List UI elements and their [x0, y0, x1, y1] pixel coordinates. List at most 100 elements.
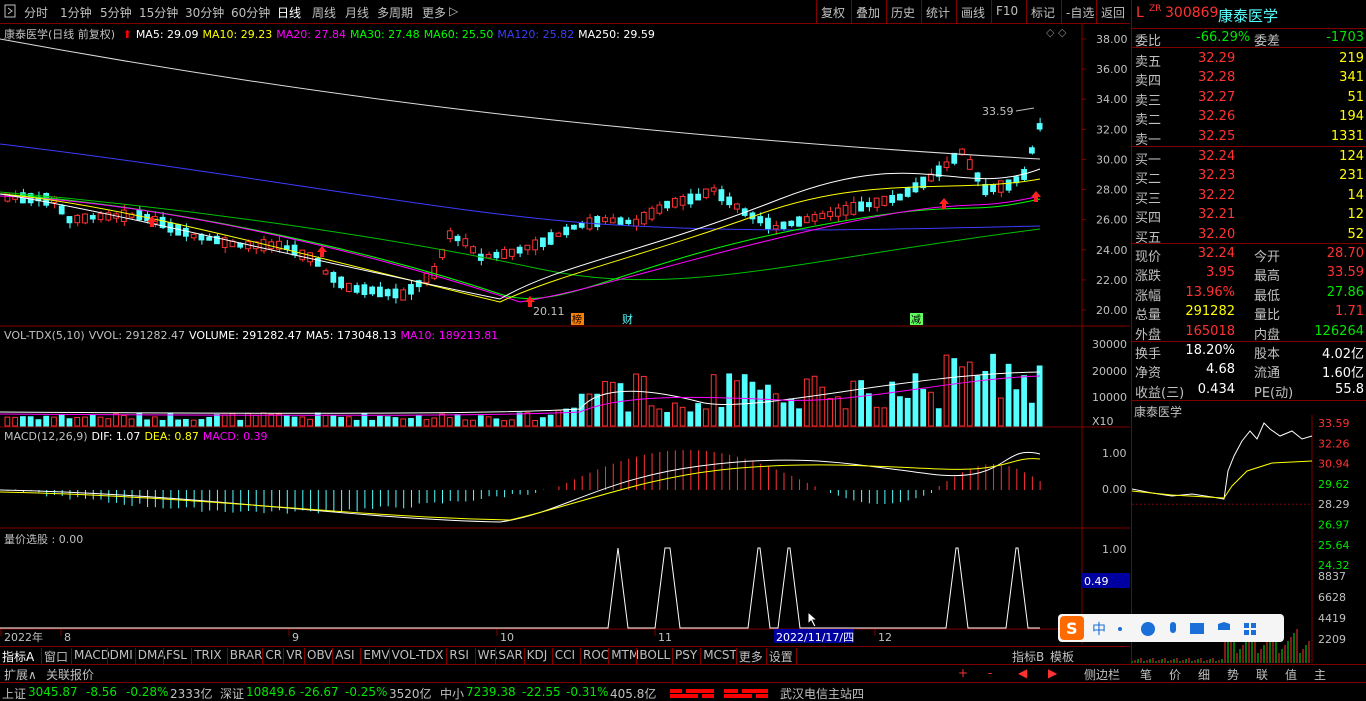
period-tab-6[interactable]: 日线: [277, 4, 301, 21]
side-tab-6[interactable]: 值: [1285, 666, 1297, 683]
side-tab-3[interactable]: 细: [1198, 666, 1210, 683]
toolbar-action-4[interactable]: 画线: [956, 0, 991, 24]
nav-button-2[interactable]: ◀: [1018, 666, 1027, 680]
ime-mode[interactable]: 中: [1092, 619, 1106, 639]
period-tab-9[interactable]: 多周期: [377, 4, 413, 21]
side-tab-4[interactable]: 势: [1227, 666, 1239, 683]
menu-arrow-icon[interactable]: [4, 4, 16, 21]
expand-button[interactable]: 扩展∧: [4, 666, 37, 683]
indicator-tab-8[interactable]: CR: [265, 648, 282, 662]
period-tab-5[interactable]: 60分钟: [231, 4, 270, 21]
indicator-tab-23[interactable]: MCST: [703, 648, 737, 662]
side-tab-2[interactable]: 价: [1169, 666, 1181, 683]
indicator-tab-24[interactable]: 更多: [739, 648, 763, 665]
indicator-tab-4[interactable]: DMA: [138, 648, 166, 662]
side-tab-5[interactable]: 联: [1256, 666, 1268, 683]
side-tab-0[interactable]: 侧边栏: [1084, 666, 1120, 683]
server-name[interactable]: 武汉电信主站四: [780, 685, 864, 701]
buy-row[interactable]: 买四 32.21 12: [1132, 206, 1366, 226]
indicator-tab-6[interactable]: TRIX: [194, 648, 221, 662]
indicator-tab-19[interactable]: ROC: [583, 648, 609, 662]
nav-button-3[interactable]: ▶: [1048, 666, 1057, 680]
buy-row[interactable]: 买三 32.22 14: [1132, 187, 1366, 207]
buy-row[interactable]: 买一 32.24 124: [1132, 148, 1366, 168]
diamond-icon[interactable]: ◇ ◇: [1046, 26, 1066, 39]
related-quote-tab[interactable]: 关联报价: [46, 666, 94, 683]
indicator-tab-22[interactable]: PSY: [675, 648, 697, 662]
indicator-tab-11[interactable]: ASI: [335, 648, 354, 662]
sell-row[interactable]: 卖一 32.25 1331: [1132, 128, 1366, 148]
indicator-tab-25[interactable]: 设置: [769, 648, 793, 665]
indicator-tab-16[interactable]: SAR: [498, 648, 522, 662]
sell-row[interactable]: 卖四 32.28 341: [1132, 69, 1366, 89]
toolbar-action-7[interactable]: -自选: [1061, 0, 1096, 24]
buy-row[interactable]: 买五 32.20 52: [1132, 226, 1366, 246]
indicator-tab-3[interactable]: DMI: [110, 648, 133, 662]
sell-price: 32.27: [1198, 89, 1236, 105]
indicator-tab-9[interactable]: VR: [286, 648, 303, 662]
period-tab-8[interactable]: 月线: [345, 4, 369, 21]
ma-legend-item: MA20: 27.84: [276, 28, 346, 41]
sz-label[interactable]: 深证: [220, 685, 244, 701]
ime-toolbar[interactable]: S 中: [1058, 614, 1284, 642]
mini-price-label: 29.62: [1318, 478, 1350, 491]
indicator-tab-18[interactable]: CCI: [555, 648, 575, 662]
volume-bar: [656, 408, 663, 427]
buy-row[interactable]: 买二 32.23 231: [1132, 167, 1366, 187]
zx-label[interactable]: 中小: [440, 685, 464, 701]
sogou-logo-icon[interactable]: S: [1060, 616, 1084, 640]
side-tab-7[interactable]: 主: [1314, 666, 1326, 683]
indicator-tab-13[interactable]: VOL-TDX: [392, 648, 444, 662]
macd-legend: MACD(12,26,9) DIF: 1.07 DEA: 0.87 MACD: 0.3…: [4, 430, 272, 443]
candle-body: [710, 187, 717, 192]
toolbar-action-3[interactable]: 统计: [921, 0, 956, 24]
sell-row[interactable]: 卖五 32.29 219: [1132, 50, 1366, 70]
period-tab-7[interactable]: 周线: [312, 4, 336, 21]
indicator-right-tab-1[interactable]: 模板: [1050, 648, 1074, 665]
period-tab-3[interactable]: 15分钟: [139, 4, 178, 21]
toolbar-action-8[interactable]: 返回: [1096, 0, 1130, 24]
mini-price-line: [1132, 422, 1313, 500]
candle-body: [734, 203, 740, 210]
sh-label[interactable]: 上证: [2, 685, 26, 701]
indicator-tab-2[interactable]: MACD: [74, 648, 110, 662]
toolbar-action-5[interactable]: F10: [991, 0, 1026, 24]
volume-bar: [850, 380, 857, 427]
indicator-tab-12[interactable]: EMV: [363, 648, 389, 662]
indicator-tab-5[interactable]: FSL: [166, 648, 187, 662]
candle-body: [408, 284, 414, 295]
indicator-tab-10[interactable]: OBV: [307, 648, 333, 662]
indicator-tab-17[interactable]: KDJ: [527, 648, 548, 662]
volume-bar: [82, 416, 88, 427]
indicator-right-tab-0[interactable]: 指标B: [1012, 648, 1044, 665]
sell-row[interactable]: 卖二 32.26 194: [1132, 108, 1366, 128]
sell-row[interactable]: 卖三 32.27 51: [1132, 89, 1366, 109]
fundamental-row: 换手 18.20% 股本 4.02亿: [1132, 342, 1366, 362]
fund-value: 1.60亿: [1322, 366, 1364, 382]
more-arrow-icon[interactable]: ▷: [449, 4, 458, 18]
period-tab-2[interactable]: 5分钟: [100, 4, 132, 21]
indicator-tab-14[interactable]: RSI: [449, 648, 469, 662]
period-tab-1[interactable]: 1分钟: [60, 4, 92, 21]
indicator-tab-7[interactable]: BRAR: [230, 648, 263, 662]
period-tab-4[interactable]: 30分钟: [185, 4, 224, 21]
candle-body: [369, 286, 376, 295]
stock-name[interactable]: 康泰医学: [1218, 5, 1278, 26]
sell-volume: 1331: [1330, 128, 1364, 144]
toolbar-action-2[interactable]: 历史: [886, 0, 921, 24]
indicator-tab-0[interactable]: 指标A: [2, 648, 34, 665]
period-tab-10[interactable]: 更多: [422, 4, 446, 21]
toolbar-action-1[interactable]: 叠加: [851, 0, 886, 24]
volume-bar: [307, 418, 313, 427]
toolbar-action-6[interactable]: 标记: [1026, 0, 1061, 24]
indicator-tab-1[interactable]: 窗口: [44, 648, 68, 665]
nav-button-1[interactable]: -: [988, 666, 992, 680]
indicator-tab-21[interactable]: BOLL: [639, 648, 670, 662]
indicator-tab-20[interactable]: MTM: [611, 648, 639, 662]
nav-button-0[interactable]: +: [958, 666, 968, 680]
quote-label: 今开: [1254, 250, 1281, 265]
period-tab-0[interactable]: 分时: [24, 4, 48, 21]
quote-row: 总量 291282 量比 1.71: [1132, 303, 1366, 323]
side-tab-1[interactable]: 笔: [1140, 666, 1152, 683]
toolbar-action-0[interactable]: 复权: [816, 0, 851, 24]
